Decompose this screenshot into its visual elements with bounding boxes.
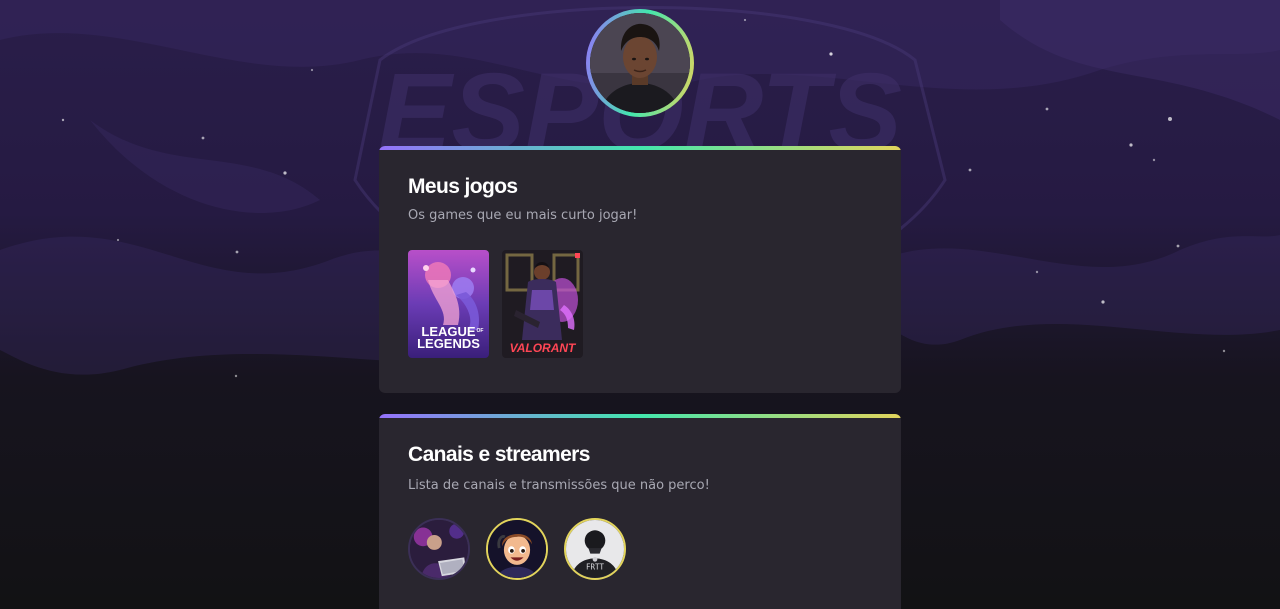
channel-team-jersey-avatar-icon[interactable]: FRTT — [564, 518, 626, 580]
channels-list: FRTT — [408, 518, 626, 580]
valorant-title: VALORANT — [510, 341, 577, 355]
lol-title-line2: LEGENDS — [417, 336, 480, 351]
channels-card-subtitle: Lista de canais e transmissões que não p… — [408, 478, 710, 493]
game-valorant[interactable]: VALORANT — [502, 250, 583, 358]
games-card: Meus jogos Os games que eu mais curto jo… — [379, 146, 901, 393]
profile-avatar — [586, 9, 694, 117]
svg-text:FRTT: FRTT — [586, 563, 604, 572]
games-list: LEAGUE OF LEGENDS VALORANT — [408, 250, 583, 358]
channels-card-title: Canais e streamers — [408, 443, 590, 466]
lol-title-of: OF — [477, 328, 484, 334]
profile-photo-icon — [590, 13, 690, 113]
games-card-subtitle: Os games que eu mais curto jogar! — [408, 208, 638, 223]
games-card-title: Meus jogos — [408, 175, 518, 198]
game-league-of-legends[interactable]: LEAGUE OF LEGENDS — [408, 250, 489, 358]
channel-streamer-avatar-icon[interactable] — [408, 518, 470, 580]
channel-cartoon-avatar-icon[interactable] — [486, 518, 548, 580]
channels-card: Canais e streamers Lista de canais e tra… — [379, 414, 901, 609]
